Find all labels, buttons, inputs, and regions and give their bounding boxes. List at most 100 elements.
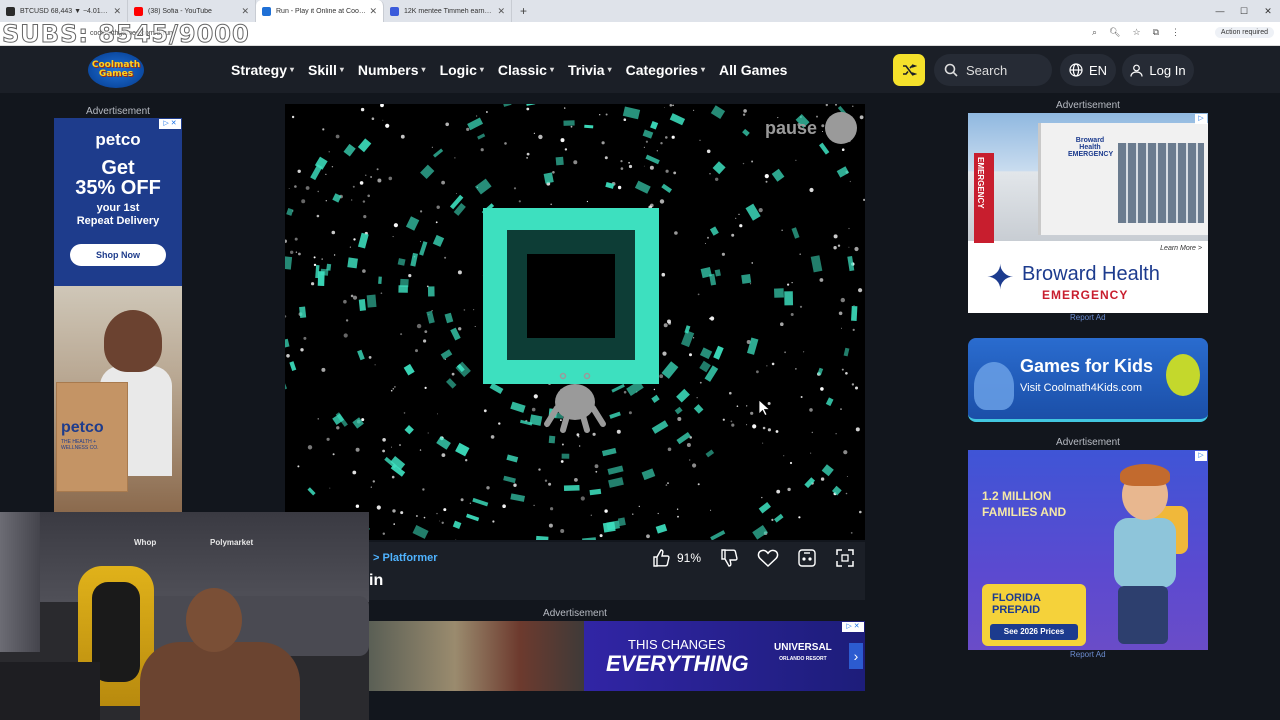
menu-item-classic[interactable]: Classic ▾ [498,62,554,78]
star-particle [665,169,669,173]
broward-health-ad[interactable]: EMERGENCY Broward Health EMERGENCY Learn… [968,113,1208,313]
tunnel-tile [475,178,492,195]
search-page-icon[interactable]: 🔍︎ [1109,27,1120,38]
star-particle [783,455,785,457]
tunnel-tile [741,273,752,284]
browser-tab[interactable]: BTCUSD 68,443 ▼ −4.01% Mi...✕ [0,0,128,22]
star-particle [574,478,578,482]
adchoices-icon[interactable]: ▷ ✕ [159,119,181,129]
see-prices-button[interactable]: See 2026 Prices [990,624,1078,640]
browser-tab[interactable]: 12K mentee Timmeh earns prop...✕ [384,0,512,22]
tunnel-tile [705,449,715,458]
tunnel-tile [611,383,625,393]
star-particle [592,432,596,436]
bookmark-star-icon[interactable]: ☆ [1132,27,1140,38]
tab-close-icon[interactable]: ✕ [497,6,505,17]
florida-prepaid-ad[interactable]: 1.2 MILLION FAMILIES AND FLORIDA PREPAID… [968,450,1208,650]
minimize-icon[interactable]: — [1208,6,1232,16]
star-particle [392,388,395,390]
petco-photo: petco THE HEALTH + WELLNESS CO. [54,286,182,512]
pause-button[interactable] [825,112,857,144]
report-ad-1[interactable]: Report Ad [1070,313,1106,322]
star-particle [420,210,423,213]
universal-ad[interactable]: THIS CHANGES EVERYTHING UNIVERSAL ORLAND… [369,621,865,691]
tunnel-tile [810,255,823,273]
star-particle [294,185,297,188]
star-particle [424,330,428,333]
offer-line2: 35% OFF [75,177,161,199]
fp-brand: FLORIDA PREPAID [992,592,1041,616]
tab-close-icon[interactable]: ✕ [113,6,121,17]
menu-item-label: Strategy [231,61,288,78]
zoom-icon[interactable]: ⌕ [1092,27,1097,38]
star-particle [628,411,632,415]
search-icon [944,63,958,77]
thumbs-down-icon [721,549,738,567]
browser-tab[interactable]: Run - Play it Online at Coolmath...✕ [256,0,384,22]
star-particle [363,215,367,219]
star-particle [436,205,440,209]
star-particle [686,443,691,447]
tunnel-tile [709,273,717,286]
menu-item-all-games[interactable]: All Games [719,62,787,78]
star-particle [548,523,553,528]
star-particle [604,509,608,513]
browser-tab[interactable]: (38) Sofia - YouTube ✕ [128,0,256,22]
new-tab-button[interactable]: + [520,4,527,18]
language-button[interactable]: EN [1060,54,1116,86]
star-particle [594,464,599,469]
tunnel-void [527,254,615,338]
star-particle [789,461,793,465]
action-required-badge[interactable]: Action required [1214,27,1274,38]
tunnel-tile [699,347,713,360]
tunnel-tile [426,310,435,324]
menu-item-numbers[interactable]: Numbers ▾ [358,62,426,78]
dislike-button[interactable] [719,548,739,568]
learn-more-link[interactable]: Learn More > [1160,245,1202,252]
webcam-desk [0,662,100,720]
random-game-button[interactable] [893,54,925,86]
star-particle [321,367,326,372]
menu-item-categories[interactable]: Categories ▾ [626,62,705,78]
favorite-button[interactable] [757,548,779,568]
close-window-icon[interactable]: ✕ [1256,6,1280,17]
petco-ad[interactable]: ▷ ✕ petco Get 35% OFF your 1st Repeat De… [54,118,182,512]
star-particle [803,351,805,353]
main-menu: Strategy ▾ Skill ▾ Numbers ▾ Logic ▾ Classic ▾ Tri… [231,46,787,93]
star-particle [422,488,425,491]
coolmath-logo[interactable]: Coolmath Games [88,52,144,88]
maximize-icon[interactable]: ☐ [1232,6,1256,17]
menu-item-trivia[interactable]: Trivia ▾ [568,62,612,78]
star-particle [370,486,372,488]
menu-item-strategy[interactable]: Strategy ▾ [231,62,294,78]
screenshot-button[interactable] [797,548,817,568]
report-ad-3[interactable]: Report Ad [1070,650,1106,659]
ad-next-icon[interactable]: › [849,643,863,669]
star-particle [751,160,754,163]
tab-close-icon[interactable]: ✕ [241,6,249,17]
star-particle [848,246,850,248]
adchoices-icon[interactable]: ▷ [1195,114,1207,124]
tab-close-icon[interactable]: ✕ [369,6,377,17]
adchoices-icon[interactable]: ▷ ✕ [842,622,864,632]
game-canvas[interactable]: pause [285,104,865,540]
login-button[interactable]: Log In [1122,54,1194,86]
menu-item-skill[interactable]: Skill ▾ [308,62,344,78]
star-particle [595,470,598,473]
fullscreen-button[interactable] [835,548,855,568]
pause-label[interactable]: pause [765,118,817,139]
like-button[interactable]: 91% [651,548,701,568]
breadcrumb-platformer[interactable]: > Platformer [373,552,438,564]
star-particle [853,305,855,306]
menu-item-logic[interactable]: Logic ▾ [440,62,484,78]
extensions-icon[interactable]: ⧉ [1153,27,1159,38]
sub-line1: your 1st [96,202,140,214]
adchoices-icon[interactable]: ▷ [1195,451,1207,461]
star-particle [750,411,754,415]
coolmath4kids-banner[interactable]: Games for Kids Visit Coolmath4Kids.com [968,338,1208,422]
search-input[interactable]: Search [934,54,1052,86]
menu-dots-icon[interactable]: ⋮ [1171,27,1180,38]
shop-now-button[interactable]: Shop Now [70,244,166,266]
star-particle [476,115,478,117]
star-particle [564,148,568,151]
